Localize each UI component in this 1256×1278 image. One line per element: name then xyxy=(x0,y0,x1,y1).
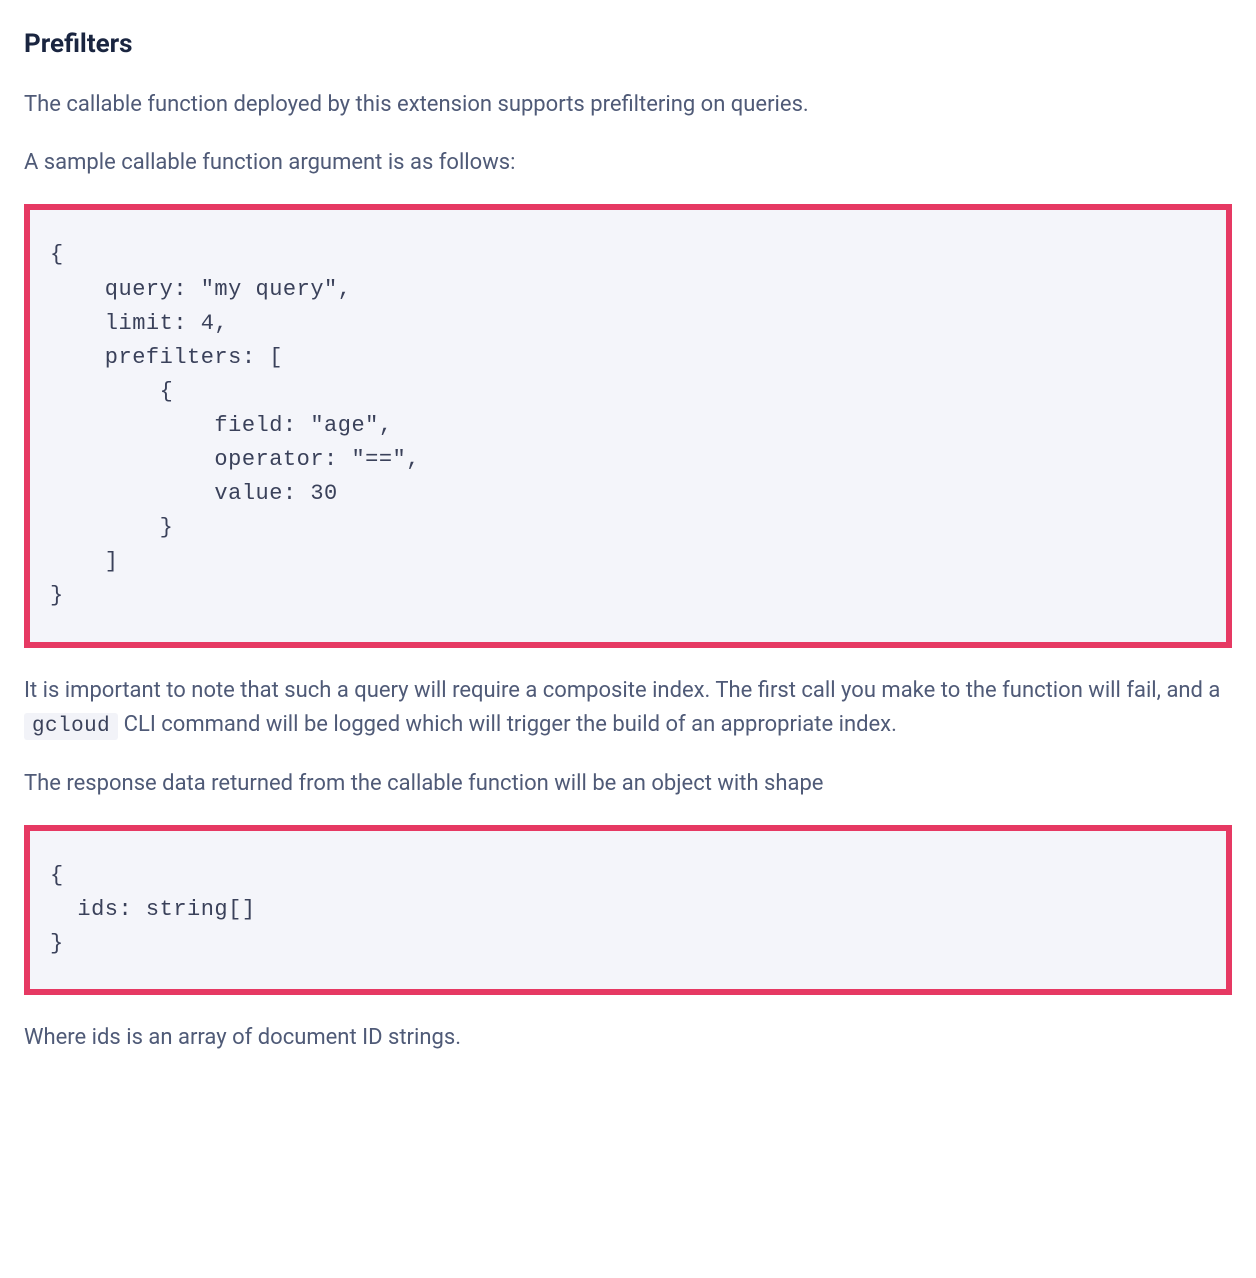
intro-paragraph-1: The callable function deployed by this e… xyxy=(24,88,1232,122)
closing-paragraph: Where ids is an array of document ID str… xyxy=(24,1021,1232,1055)
code-block-response-shape: { ids: string[] } xyxy=(24,825,1232,995)
section-heading: Prefilters xyxy=(24,24,1232,64)
note-paragraph: It is important to note that such a quer… xyxy=(24,674,1232,743)
inline-code-gcloud: gcloud xyxy=(24,713,118,740)
response-paragraph: The response data returned from the call… xyxy=(24,767,1232,801)
code-block-sample-argument: { query: "my query", limit: 4, prefilter… xyxy=(24,204,1232,647)
note-text-after: CLI command will be logged which will tr… xyxy=(118,712,897,737)
note-text-before: It is important to note that such a quer… xyxy=(24,678,1220,703)
intro-paragraph-2: A sample callable function argument is a… xyxy=(24,146,1232,180)
